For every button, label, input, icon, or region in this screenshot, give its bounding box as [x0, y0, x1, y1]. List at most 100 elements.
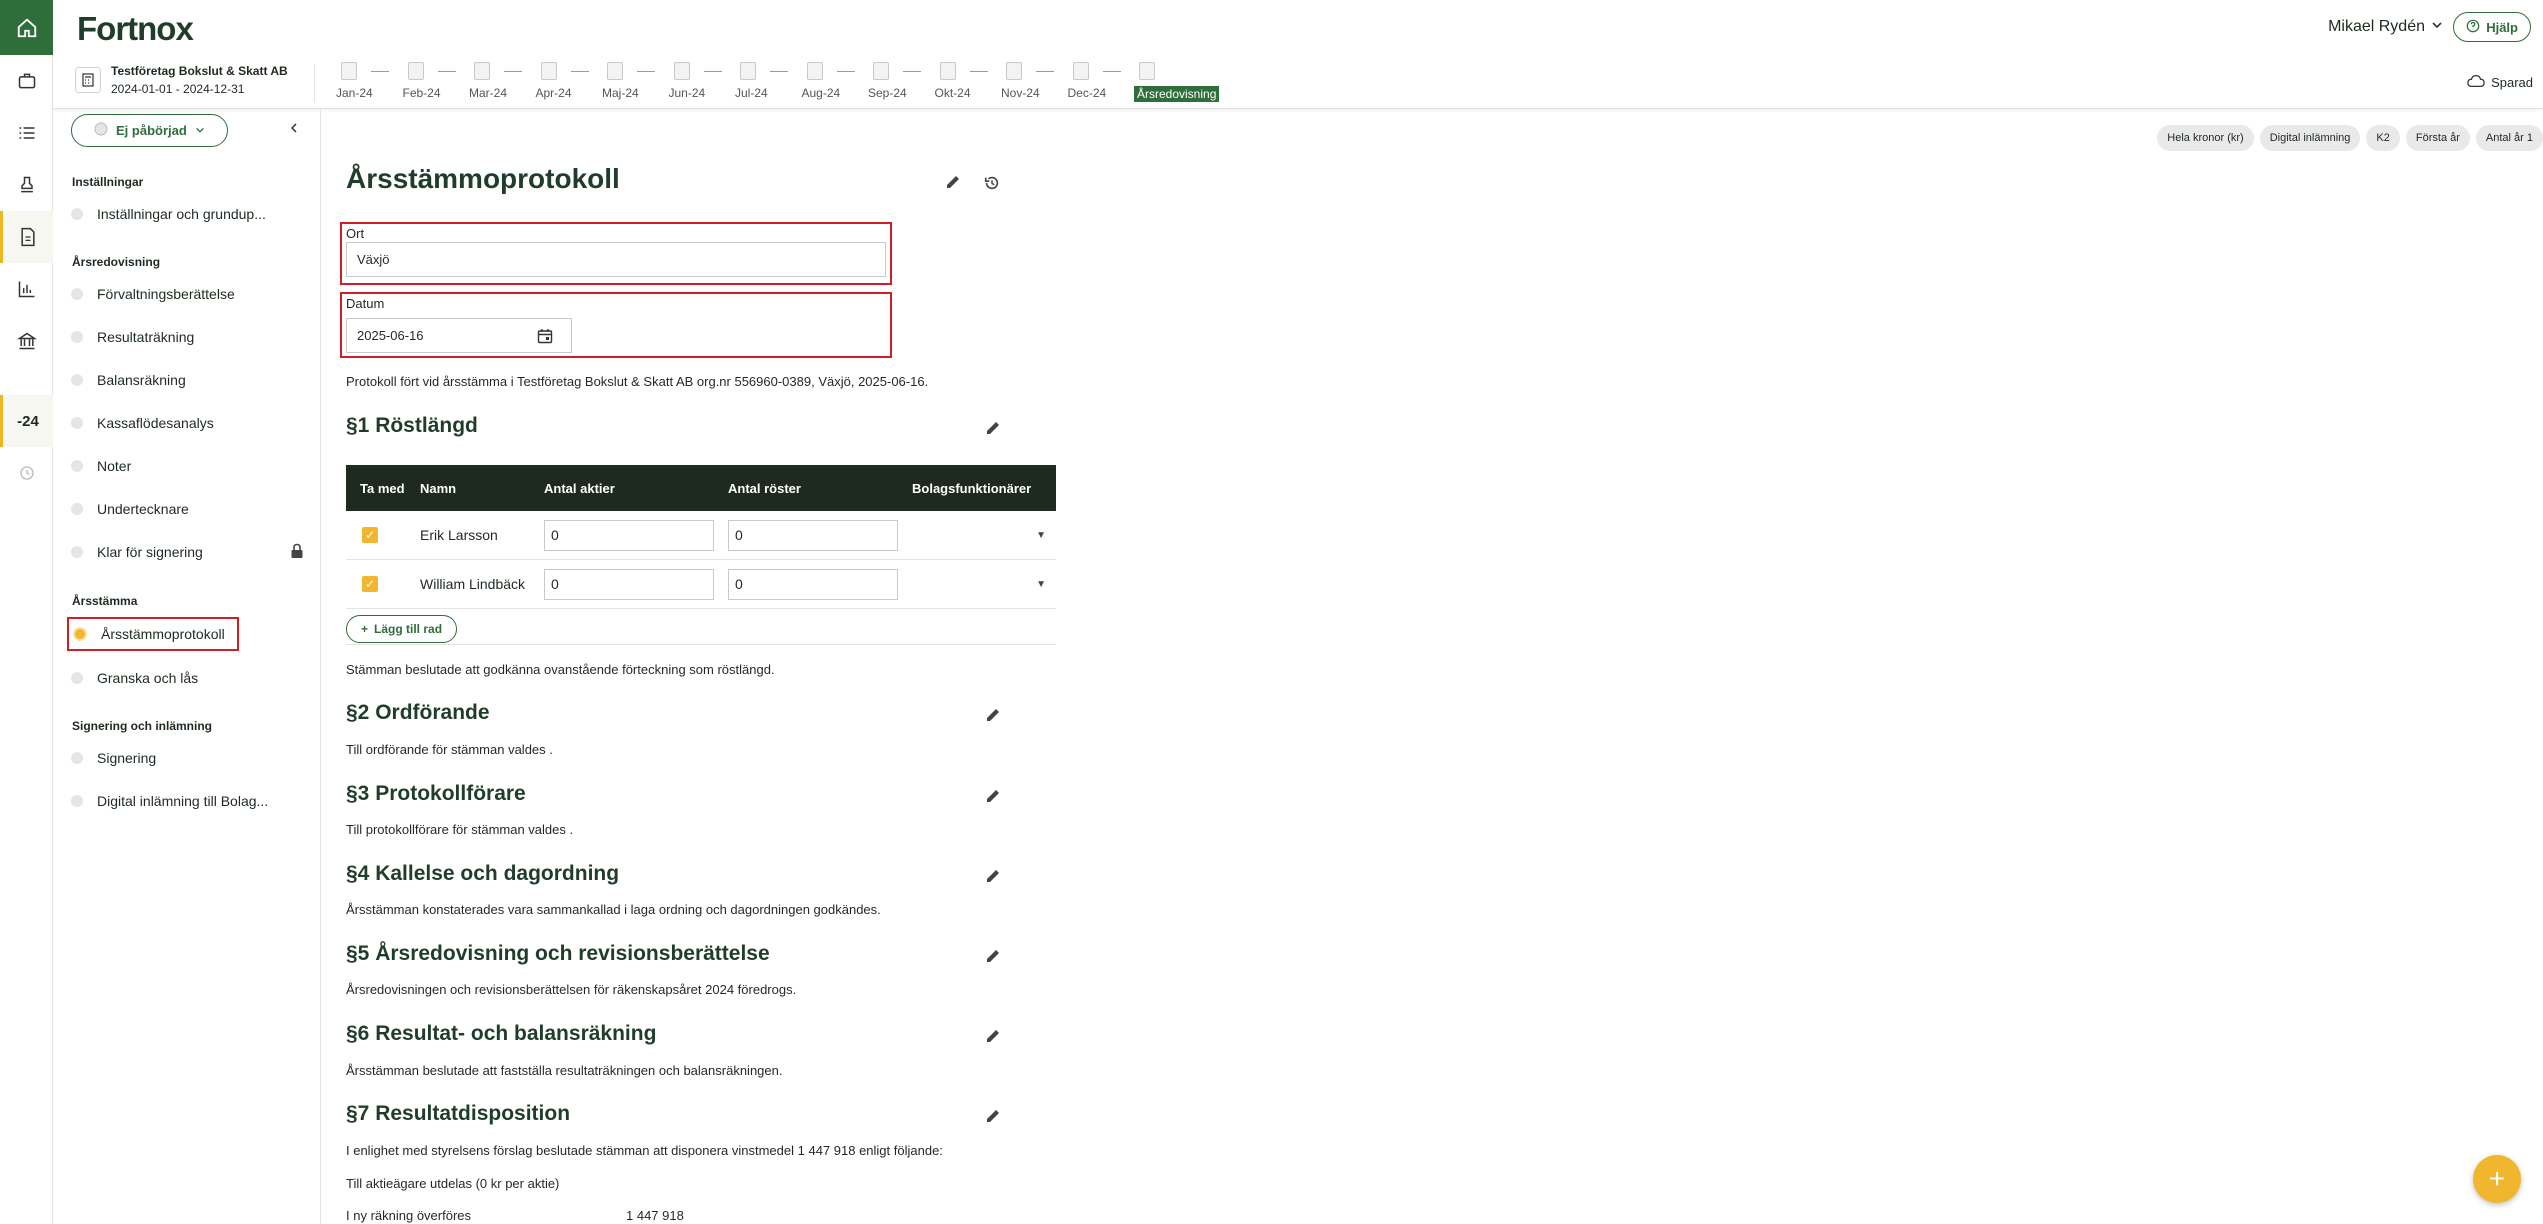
antal-roster-input[interactable]: 0	[728, 519, 898, 551]
timeline-connector	[703, 71, 722, 72]
chip-forsta-ar[interactable]: Första år	[2405, 125, 2470, 151]
bar-chart-icon[interactable]	[0, 263, 53, 315]
history-icon[interactable]	[983, 174, 1001, 197]
year-item[interactable]: -24	[0, 395, 53, 447]
status-dot-icon	[71, 672, 83, 684]
status-dot-icon	[71, 417, 83, 429]
period-label: Mar-24	[469, 86, 508, 100]
period-bar: Testföretag Bokslut & Skatt AB 2024-01-0…	[53, 56, 2543, 109]
chip-antal-ar[interactable]: Antal år 1	[2475, 125, 2543, 151]
year-label: -24	[17, 412, 39, 430]
bolagsfunktionar-dropdown-icon[interactable]: ▼	[912, 530, 1056, 541]
sidebar-item-kassaflodesanalys[interactable]: Kassaflödesanalys	[67, 409, 226, 437]
period-4[interactable]: Maj-24	[602, 62, 662, 100]
carry-forward-value: 1 447 918	[626, 1208, 684, 1223]
history-icon[interactable]	[0, 447, 53, 499]
edit-section-5-pencil-icon[interactable]	[984, 947, 1002, 970]
antal-aktier-input[interactable]: 0	[544, 519, 714, 551]
include-checkbox[interactable]: ✓	[362, 527, 378, 543]
ort-field-group: Ort Växjö	[340, 222, 892, 285]
period-12[interactable]: Årsredovisning	[1134, 62, 1220, 102]
datum-label: Datum	[346, 296, 385, 311]
ort-label: Ort	[346, 226, 365, 241]
status-dot-icon	[71, 546, 83, 558]
sidebar-item-label: Undertecknare	[97, 501, 189, 517]
period-document-icon	[740, 62, 756, 80]
sidebar-item-undertecknare[interactable]: Undertecknare	[67, 495, 201, 523]
sidebar-item-signering[interactable]: Signering	[67, 744, 168, 772]
sidebar-item-resultatrakning[interactable]: Resultaträkning	[67, 323, 206, 351]
edit-section-7-pencil-icon[interactable]	[984, 1107, 1002, 1130]
sidebar-item-arsstammoprotokoll[interactable]: Årsstämmoprotokoll	[67, 617, 239, 651]
shareholder-name: Erik Larsson	[420, 527, 498, 543]
period-7[interactable]: Aug-24	[802, 62, 862, 100]
collapse-sidebar-icon[interactable]	[288, 121, 300, 139]
bank-icon[interactable]	[0, 315, 53, 367]
section-5-title: §5 Årsredovisning och revisionsberättels…	[346, 942, 770, 965]
period-label: Okt-24	[934, 86, 971, 100]
sidebar-item-forvaltningsberattelse[interactable]: Förvaltningsberättelse	[67, 280, 247, 308]
sidebar-item-granska-och-las[interactable]: Granska och lås	[67, 664, 210, 692]
edit-section-4-pencil-icon[interactable]	[984, 867, 1002, 890]
datum-input[interactable]: 2025-06-16	[346, 318, 572, 353]
chip-hela-kronor[interactable]: Hela kronor (kr)	[2157, 125, 2254, 151]
period-10[interactable]: Nov-24	[1001, 62, 1061, 100]
period-5[interactable]: Jun-24	[669, 62, 729, 100]
checklist-icon[interactable]	[0, 107, 53, 159]
ort-input[interactable]: Växjö	[346, 242, 886, 277]
user-menu[interactable]: Mikael Rydén	[2328, 18, 2443, 36]
antal-aktier-input[interactable]: 0	[544, 568, 714, 600]
edit-title-pencil-icon[interactable]	[944, 173, 962, 196]
chevron-down-icon	[2431, 18, 2443, 36]
question-icon	[2466, 19, 2480, 36]
period-document-icon	[939, 62, 956, 80]
fortnox-logo[interactable]: Fortnox	[77, 10, 194, 48]
sidebar-item-label: Signering	[97, 750, 157, 766]
cloud-icon	[2467, 74, 2485, 91]
period-0[interactable]: Jan-24	[336, 62, 396, 100]
edit-section-1-pencil-icon[interactable]	[984, 419, 1002, 442]
section-6-title: §6 Resultat- och balansräkning	[346, 1022, 657, 1045]
edit-section-6-pencil-icon[interactable]	[984, 1027, 1002, 1050]
sidebar-item-digital-inlamning[interactable]: Digital inlämning till Bolag...	[67, 787, 280, 815]
antal-roster-input[interactable]: 0	[728, 568, 898, 600]
bolagsfunktionar-dropdown-icon[interactable]: ▼	[912, 579, 1056, 590]
chip-digital-inlamning[interactable]: Digital inlämning	[2259, 125, 2361, 151]
period-9[interactable]: Okt-24	[935, 62, 995, 100]
chip-k2[interactable]: K2	[2366, 125, 2400, 151]
sidebar-item-klar-for-signering[interactable]: Klar för signering	[67, 538, 215, 566]
sidebar-item-balansrakning[interactable]: Balansräkning	[67, 366, 198, 394]
edit-section-2-pencil-icon[interactable]	[984, 706, 1002, 729]
briefcase-icon[interactable]	[0, 55, 53, 107]
add-fab-button[interactable]: +	[2473, 1155, 2521, 1203]
period-document-icon	[806, 62, 823, 80]
period-label: Aug-24	[801, 86, 841, 100]
timeline-connector	[903, 71, 921, 72]
period-2[interactable]: Mar-24	[469, 62, 529, 100]
table-header: Ta med Namn Antal aktier Antal röster Bo…	[346, 465, 1056, 511]
edit-section-3-pencil-icon[interactable]	[984, 787, 1002, 810]
sidebar-item-installningar[interactable]: Inställningar och grundup...	[67, 200, 278, 228]
period-3[interactable]: Apr-24	[536, 62, 596, 100]
help-button[interactable]: Hjälp	[2453, 12, 2531, 42]
protocol-intro: Protokoll fört vid årsstämma i Testföret…	[346, 374, 929, 389]
page-title: Årsstämmoprotokoll	[346, 163, 620, 194]
add-row-button[interactable]: + Lägg till rad	[346, 615, 458, 643]
icon-rail: -24	[0, 0, 53, 1224]
status-dropdown[interactable]: Ej påbörjad	[71, 114, 228, 147]
sidebar-item-noter[interactable]: Noter	[67, 452, 143, 480]
include-checkbox[interactable]: ✓	[362, 576, 378, 592]
calendar-icon[interactable]	[537, 328, 553, 348]
stamp-icon[interactable]	[0, 159, 53, 211]
period-11[interactable]: Dec-24	[1068, 62, 1128, 100]
divider	[314, 64, 315, 102]
status-dot-icon	[71, 795, 83, 807]
company-selector[interactable]: Testföretag Bokslut & Skatt AB 2024-01-0…	[75, 64, 288, 96]
document-icon[interactable]	[0, 211, 53, 263]
period-document-icon	[1006, 62, 1022, 80]
period-1[interactable]: Feb-24	[403, 62, 463, 100]
period-8[interactable]: Sep-24	[868, 62, 928, 100]
home-icon[interactable]	[0, 0, 53, 55]
period-6[interactable]: Jul-24	[735, 62, 795, 100]
period-document-icon	[474, 62, 490, 80]
